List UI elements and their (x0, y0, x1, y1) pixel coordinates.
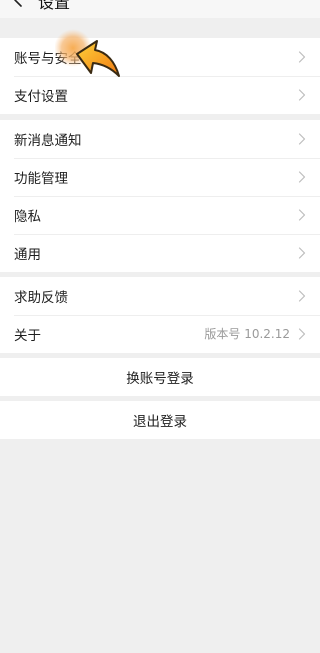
menu-item-label: 通用 (14, 247, 41, 263)
logout-button[interactable]: 退出登录 (0, 401, 320, 439)
chevron-right-icon (298, 89, 306, 101)
menu-item-privacy[interactable]: 隐私 (0, 196, 320, 234)
chevron-right-icon (298, 328, 306, 340)
menu-item-payment-settings[interactable]: 支付设置 (0, 76, 320, 114)
menu-item-notifications[interactable]: 新消息通知 (0, 120, 320, 158)
settings-group-account: 账号与安全 支付设置 (0, 38, 320, 114)
menu-item-label: 关于 (14, 328, 41, 344)
top-bar: 设置 (0, 0, 320, 18)
menu-item-label: 隐私 (14, 209, 41, 225)
page-title: 设置 (38, 0, 71, 12)
menu-item-help-feedback[interactable]: 求助反馈 (0, 277, 320, 315)
chevron-right-icon (298, 171, 306, 183)
settings-group-support: 求助反馈 关于 版本号 10.2.12 (0, 277, 320, 353)
settings-group-general: 新消息通知 功能管理 隐私 通用 (0, 120, 320, 272)
menu-item-about[interactable]: 关于 版本号 10.2.12 (0, 315, 320, 353)
chevron-right-icon (298, 51, 306, 63)
menu-item-account-security[interactable]: 账号与安全 (0, 38, 320, 76)
chevron-left-icon[interactable] (12, 0, 26, 7)
version-text: 版本号 10.2.12 (204, 327, 290, 341)
menu-item-label: 功能管理 (14, 171, 68, 187)
menu-item-feature-management[interactable]: 功能管理 (0, 158, 320, 196)
chevron-right-icon (298, 290, 306, 302)
menu-item-general[interactable]: 通用 (0, 234, 320, 272)
menu-item-label: 新消息通知 (14, 133, 82, 149)
menu-item-label: 支付设置 (14, 89, 68, 105)
chevron-right-icon (298, 209, 306, 221)
chevron-right-icon (298, 247, 306, 259)
menu-item-label: 账号与安全 (14, 51, 82, 67)
chevron-right-icon (298, 133, 306, 145)
menu-item-label: 求助反馈 (14, 290, 68, 306)
switch-account-button[interactable]: 换账号登录 (0, 358, 320, 396)
